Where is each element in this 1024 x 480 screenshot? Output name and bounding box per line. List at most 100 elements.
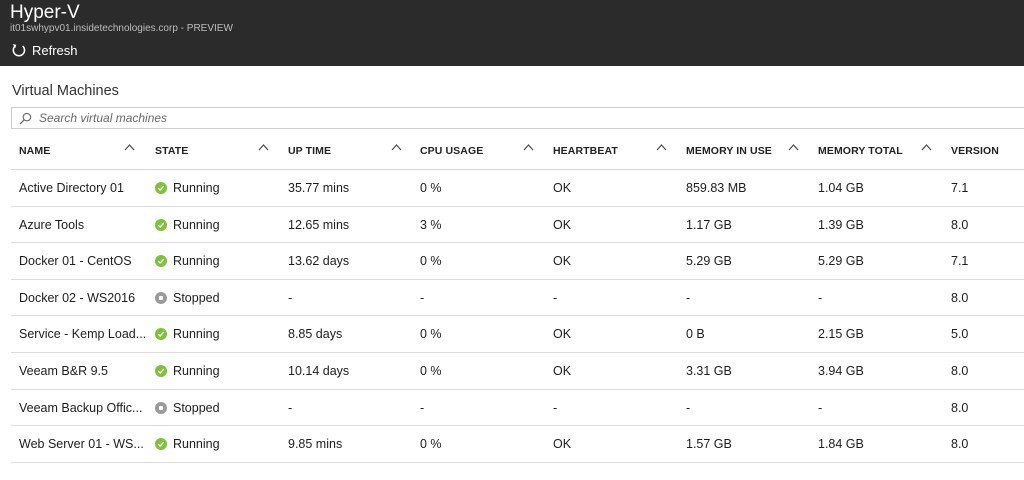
cell-text: 3.31 GB	[686, 363, 732, 378]
cell-text: 13.62 days	[288, 254, 350, 269]
sort-chevron-up-icon[interactable]	[921, 143, 932, 151]
column-header-cpu[interactable]: CPU USAGE	[420, 132, 483, 170]
cell-text: -	[818, 400, 823, 415]
column-header-name[interactable]: NAME	[19, 132, 50, 170]
top-bar: Hyper-V it01swhypv01.insidetechnologies.…	[0, 0, 1024, 66]
cell-text: 0 %	[420, 437, 442, 452]
cell-heartbeat: -	[553, 280, 679, 316]
sort-chevron-up-icon[interactable]	[788, 143, 799, 151]
cell-uptime: 9.85 mins	[288, 426, 413, 462]
cell-cpu: -	[420, 280, 546, 316]
cell-text: 8.0	[951, 290, 969, 305]
cell-text: -	[818, 290, 823, 305]
cell-text: -	[686, 290, 691, 305]
cell-text: Active Directory 01	[19, 181, 124, 195]
cell-mem-use: 859.83 MB	[686, 170, 811, 206]
running-check-icon	[155, 182, 167, 194]
table-row[interactable]: Veeam Backup Offic... Stopped - - - - - 8.0	[11, 390, 1024, 427]
sort-chevron-up-icon[interactable]	[391, 143, 402, 151]
refresh-button[interactable]: Refresh	[11, 41, 78, 59]
cell-text: Stopped	[173, 290, 220, 305]
cell-uptime: 8.85 days	[288, 316, 413, 352]
column-header-label: MEMORY TOTAL	[818, 145, 903, 157]
preview-badge: PREVIEW	[186, 23, 233, 34]
cell-mem-total: 1.04 GB	[818, 170, 944, 206]
column-header-uptime[interactable]: UP TIME	[288, 132, 331, 170]
cell-text: Stopped	[173, 400, 220, 415]
cell-name: Veeam B&R 9.5	[19, 353, 149, 389]
cell-state: Running	[155, 316, 281, 352]
table-row[interactable]: Active Directory 01 Running 35.77 mins 0 % O…	[11, 170, 1024, 207]
cell-text: 35.77 mins	[288, 181, 350, 195]
cell-mem-total: 3.94 GB	[818, 353, 944, 389]
cell-name: Azure Tools	[19, 207, 149, 243]
column-header-mem-use[interactable]: MEMORY IN USE	[686, 132, 772, 170]
sort-chevron-up-icon[interactable]	[258, 143, 269, 151]
app-title: Hyper-V	[10, 2, 80, 23]
table-row[interactable]: Docker 02 - WS2016 Stopped - - - - - 8.0	[11, 280, 1024, 317]
cell-name: Service - Kemp Load...	[19, 316, 149, 352]
cell-cpu: 0 %	[420, 353, 546, 389]
cell-version: 8.0	[951, 280, 1021, 316]
cell-text: Veeam Backup Offic...	[19, 400, 143, 415]
cell-version: 7.1	[951, 243, 1021, 279]
cell-mem-use: 1.57 GB	[686, 426, 811, 462]
cell-uptime: 13.62 days	[288, 243, 413, 279]
server-subtitle: it01swhypv01.insidetechnologies.corp - P…	[10, 23, 233, 35]
cell-mem-use: 3.31 GB	[686, 353, 811, 389]
cell-text: Running	[173, 254, 220, 269]
cell-name: Web Server 01 - WS...	[19, 426, 149, 462]
cell-heartbeat: OK	[553, 243, 679, 279]
cell-text: Running	[173, 217, 220, 232]
cell-text: 8.85 days	[288, 327, 343, 342]
server-name: it01swhypv01.insidetechnologies.corp	[10, 23, 178, 34]
cell-text: Docker 02 - WS2016	[19, 290, 136, 305]
cell-text: -	[553, 400, 558, 415]
cell-text: 3 %	[420, 217, 442, 232]
section-title: Virtual Machines	[12, 83, 119, 99]
cell-mem-total: 1.39 GB	[818, 207, 944, 243]
column-header-label: HEARTBEAT	[553, 145, 618, 157]
sort-chevron-up-icon[interactable]	[124, 143, 135, 151]
cell-text: Service - Kemp Load...	[19, 327, 147, 342]
table-row[interactable]: Web Server 01 - WS... Running 9.85 mins 0 %…	[11, 426, 1024, 463]
table-row[interactable]: Veeam B&R 9.5 Running 10.14 days 0 % OK 3.31 …	[11, 353, 1024, 390]
search-input[interactable]	[39, 109, 999, 127]
column-header-state[interactable]: STATE	[155, 132, 188, 170]
column-header-version[interactable]: VERSION	[951, 132, 999, 170]
column-header-heartbeat[interactable]: HEARTBEAT	[553, 132, 618, 170]
cell-text: 1.04 GB	[818, 181, 864, 195]
cell-mem-use: 5.29 GB	[686, 243, 811, 279]
cell-version: 8.0	[951, 390, 1021, 426]
cell-text: OK	[553, 327, 572, 342]
running-check-icon	[155, 328, 167, 341]
cell-heartbeat: OK	[553, 170, 679, 206]
cell-text: OK	[553, 217, 572, 232]
cell-cpu: 0 %	[420, 170, 546, 206]
cell-state: Running	[155, 207, 281, 243]
table-row[interactable]: Docker 01 - CentOS Running 13.62 days 0 % OK…	[11, 243, 1024, 280]
cell-mem-use: 0 B	[686, 316, 811, 352]
cell-text: 7.1	[951, 181, 969, 195]
cell-text: 1.17 GB	[686, 217, 732, 232]
refresh-label: Refresh	[32, 42, 78, 58]
table-row[interactable]: Azure Tools Running 12.65 mins 3 % OK 1.17 GB…	[11, 207, 1024, 244]
cell-text: 859.83 MB	[686, 181, 747, 195]
table-row[interactable]: Service - Kemp Load... Running 8.85 days 0 …	[11, 316, 1024, 353]
cell-text: Running	[173, 363, 220, 378]
cell-uptime: 12.65 mins	[288, 207, 413, 243]
cell-text: Azure Tools	[19, 217, 85, 232]
cell-text: 1.57 GB	[686, 437, 732, 452]
cell-heartbeat: OK	[553, 207, 679, 243]
cell-text: 8.0	[951, 363, 969, 378]
cell-mem-use: -	[686, 280, 811, 316]
column-header-label: STATE	[155, 145, 189, 157]
cell-state: Running	[155, 243, 281, 279]
column-header-mem-total[interactable]: MEMORY TOTAL	[818, 132, 903, 170]
cell-heartbeat: OK	[553, 316, 679, 352]
cell-version: 8.0	[951, 353, 1021, 389]
sort-chevron-up-icon[interactable]	[656, 143, 667, 151]
search-box[interactable]	[11, 107, 1024, 129]
sort-chevron-up-icon[interactable]	[523, 143, 534, 151]
cell-cpu: 0 %	[420, 316, 546, 352]
